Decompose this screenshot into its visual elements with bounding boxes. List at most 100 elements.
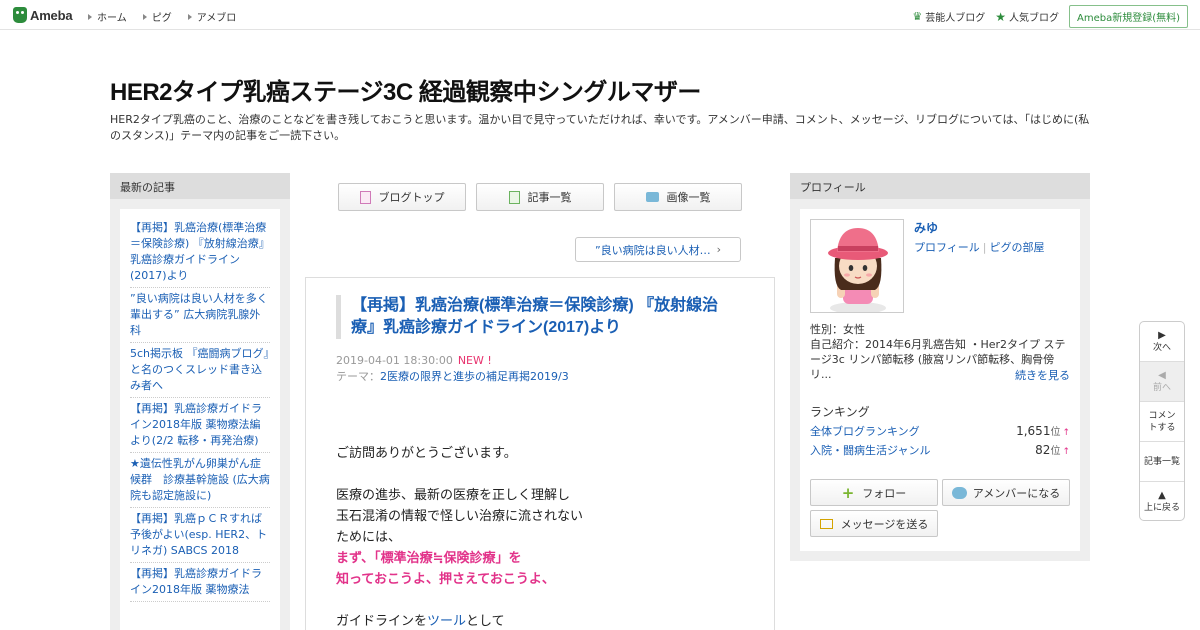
up-arrow-icon: ▲	[1158, 490, 1166, 501]
profile-card: みゆ プロフィール | ピグの部屋 性別：女性 自己紹介：2014年6月乳癌告知 ・…	[800, 209, 1080, 551]
nav-pigg-label: ピグ	[151, 13, 172, 24]
ranking-label-link[interactable]: 入院・闘病生活ジャンル	[810, 442, 930, 458]
star-icon: ★	[995, 9, 1006, 24]
amember-button[interactable]: アメンバーになる	[942, 479, 1070, 506]
top-nav: ホーム ピグ アメブロ	[88, 9, 252, 24]
blog-top-button[interactable]: ブログトップ	[338, 183, 466, 211]
avatar[interactable]	[810, 219, 904, 313]
rank-up-icon: ↑	[1062, 428, 1070, 438]
body-line-highlight: まず、「標準治療≒保険診療」を	[336, 551, 522, 566]
article-meta: 2019-04-01 18:30:00 NEW ! テーマ：2医療の限界と進歩の補…	[336, 353, 569, 385]
article-list-label: 記事一覧	[527, 191, 572, 204]
comment-button[interactable]: コメントする	[1140, 402, 1184, 442]
article-body: ご訪問ありがとうございます。 医療の進歩、最新の医療を正しく理解し 玉石混淆の情…	[336, 443, 756, 630]
ameba-logo[interactable]: Ameba	[13, 6, 73, 24]
article-title[interactable]: 【再掲】乳癌治療(標準治療＝保険診療) 『放射線治療』乳癌診療ガイドライン(20…	[336, 295, 736, 339]
article-list-float-label: 記事一覧	[1143, 456, 1180, 467]
new-badge: NEW !	[457, 354, 492, 367]
article-list-float-button[interactable]: 記事一覧	[1140, 442, 1184, 482]
body-line: ガイドラインをツールとして	[336, 611, 756, 630]
ranking-title: ランキング	[810, 405, 870, 419]
blog-top-icon	[359, 190, 371, 204]
ameba-logo-icon	[13, 7, 27, 23]
crown-icon: ♛	[912, 10, 923, 23]
nav-home-label: ホーム	[97, 13, 127, 24]
follow-label: フォロー	[862, 486, 907, 500]
rank-unit: 位	[1050, 446, 1061, 457]
nav-home-link[interactable]: ホーム	[88, 9, 127, 24]
body-text-fragment: ガイドラインを	[336, 614, 428, 629]
back-to-top-button[interactable]: ▲ 上に戻る	[1140, 482, 1184, 522]
triangle-icon	[88, 13, 92, 20]
send-message-label: メッセージを送る	[840, 517, 929, 531]
nav-pigg-link[interactable]: ピグ	[142, 9, 172, 24]
blog-top-label: ブログトップ	[378, 191, 445, 204]
prev-label: 前へ	[1152, 382, 1171, 393]
next-label: 次へ	[1152, 342, 1171, 353]
envelope-icon	[819, 518, 833, 529]
recent-article-link[interactable]: 【再掲】乳癌ｐＣＲすれば予後がよい(esp. HER2、トリネガ) SABCS …	[130, 508, 270, 563]
tool-link[interactable]: ツール	[427, 614, 466, 629]
article-list-button[interactable]: 記事一覧	[476, 183, 604, 211]
send-message-button[interactable]: メッセージを送る	[810, 510, 938, 537]
top-right-links: ♛ 芸能人ブログ ★ 人気ブログ Ameba新規登録(無料)	[912, 5, 1188, 28]
rank-unit: 位	[1050, 427, 1061, 438]
amember-label: アメンバーになる	[972, 486, 1061, 500]
follow-button[interactable]: + フォロー	[810, 479, 938, 506]
rank-number: 82	[1035, 443, 1051, 457]
ranking-row: 全体ブログランキング 1,651位 ↑	[810, 423, 1070, 439]
nav-ameblo-label: アメブロ	[196, 13, 237, 24]
recent-article-link[interactable]: 【再掲】乳癌診療ガイドライン2018年版 薬物療法編より(2/2 転移・再発治療…	[130, 398, 270, 453]
blog-title[interactable]: HER2タイプ乳癌ステージ3C 経過観察中シングルマザー	[110, 72, 701, 107]
ranking-value: 82位 ↑	[1035, 442, 1070, 457]
prev-arrow-icon: ◀	[1158, 369, 1166, 381]
body-line: 医療の進歩、最新の医療を正しく理解し	[336, 488, 571, 503]
image-list-label: 画像一覧	[666, 191, 711, 204]
celeb-blog-link[interactable]: ♛ 芸能人ブログ	[912, 9, 985, 24]
rank-number: 1,651	[1016, 424, 1051, 438]
camera-icon	[645, 192, 659, 202]
comment-label: コメントする	[1148, 410, 1176, 433]
triangle-icon	[187, 13, 192, 20]
article-list-icon	[508, 190, 520, 204]
ranking-value: 1,651位 ↑	[1016, 423, 1070, 438]
profile-panel: プロフィール みゆ プロフィール | ピグの部屋 性別：女性 自己紹介：2014…	[790, 173, 1090, 561]
body-line-highlight: 知っておこうよ、押さえておこうよ、	[336, 572, 555, 587]
triangle-icon	[142, 13, 147, 20]
previous-article-label: ”良い病院は良い人材…	[594, 243, 711, 257]
article: 【再掲】乳癌治療(標準治療＝保険診療) 『放射線治療』乳癌診療ガイドライン(20…	[305, 277, 775, 630]
pigg-room-link[interactable]: ピグの部屋	[990, 241, 1045, 254]
recent-articles-list: 【再掲】乳癌治療(標準治療＝保険診療) 『放射線治療』乳癌診療ガイドライン(20…	[120, 209, 280, 630]
chevron-right-icon: ›	[716, 243, 722, 256]
read-more-link[interactable]: 続きを見る	[1015, 367, 1070, 383]
ranking-label-link[interactable]: 全体ブログランキング	[810, 423, 920, 439]
recent-article-link[interactable]: 5ch掲示板 『癌闘病ブログ』と名のつくスレッド書き込み者へ	[130, 343, 270, 398]
recent-article-link[interactable]: ★遺伝性乳がん卵巣がん症候群 診療基幹施設 (広大病院も認定施設に)	[130, 453, 270, 508]
rank-up-icon: ↑	[1062, 447, 1070, 457]
previous-article-link[interactable]: ”良い病院は良い人材… ›	[575, 237, 741, 262]
profile-name[interactable]: みゆ	[914, 219, 938, 236]
profile-link[interactable]: プロフィール	[914, 241, 980, 254]
next-article-button[interactable]: ▶ 次へ	[1140, 322, 1184, 362]
next-arrow-icon: ▶	[1158, 329, 1166, 341]
nav-ameblo-link[interactable]: アメブロ	[187, 9, 237, 24]
article-theme-link[interactable]: 2医療の限界と進歩の補足再掲2019/3	[380, 370, 569, 383]
signup-button[interactable]: Ameba新規登録(無料)	[1068, 5, 1188, 28]
body-line: ためには、	[336, 530, 402, 545]
profile-heading: プロフィール	[790, 173, 1090, 199]
ranking-row: 入院・闘病生活ジャンル 82位 ↑	[810, 442, 1070, 458]
popular-blog-link[interactable]: ★ 人気ブログ	[995, 9, 1059, 25]
body-text-fragment: として	[466, 614, 505, 629]
recent-article-link[interactable]: 【再掲】乳癌診療ガイドライン2018年版 薬物療法	[130, 563, 270, 602]
article-date: 2019-04-01 18:30:00	[336, 354, 453, 367]
image-list-button[interactable]: 画像一覧	[614, 183, 742, 211]
recent-article-link[interactable]: ”良い病院は良い人材を多く輩出する” 広大病院乳腺外科	[130, 288, 270, 343]
prev-article-button[interactable]: ◀ 前へ	[1140, 362, 1184, 402]
avatar-illustration	[811, 220, 903, 312]
top-header: Ameba ホーム ピグ アメブロ ♛ 芸能人ブログ ★ 人気ブログ Ameba新規…	[0, 0, 1200, 30]
body-line: 玉石混淆の情報で怪しい治療に流されない	[336, 509, 584, 524]
recent-article-link[interactable]: 【再掲】乳癌治療(標準治療＝保険診療) 『放射線治療』乳癌診療ガイドライン(20…	[130, 217, 270, 288]
back-to-top-label: 上に戻る	[1143, 503, 1180, 513]
blog-nav-buttons: ブログトップ 記事一覧 画像一覧	[338, 183, 752, 211]
popular-blog-label: 人気ブログ	[1008, 13, 1059, 24]
